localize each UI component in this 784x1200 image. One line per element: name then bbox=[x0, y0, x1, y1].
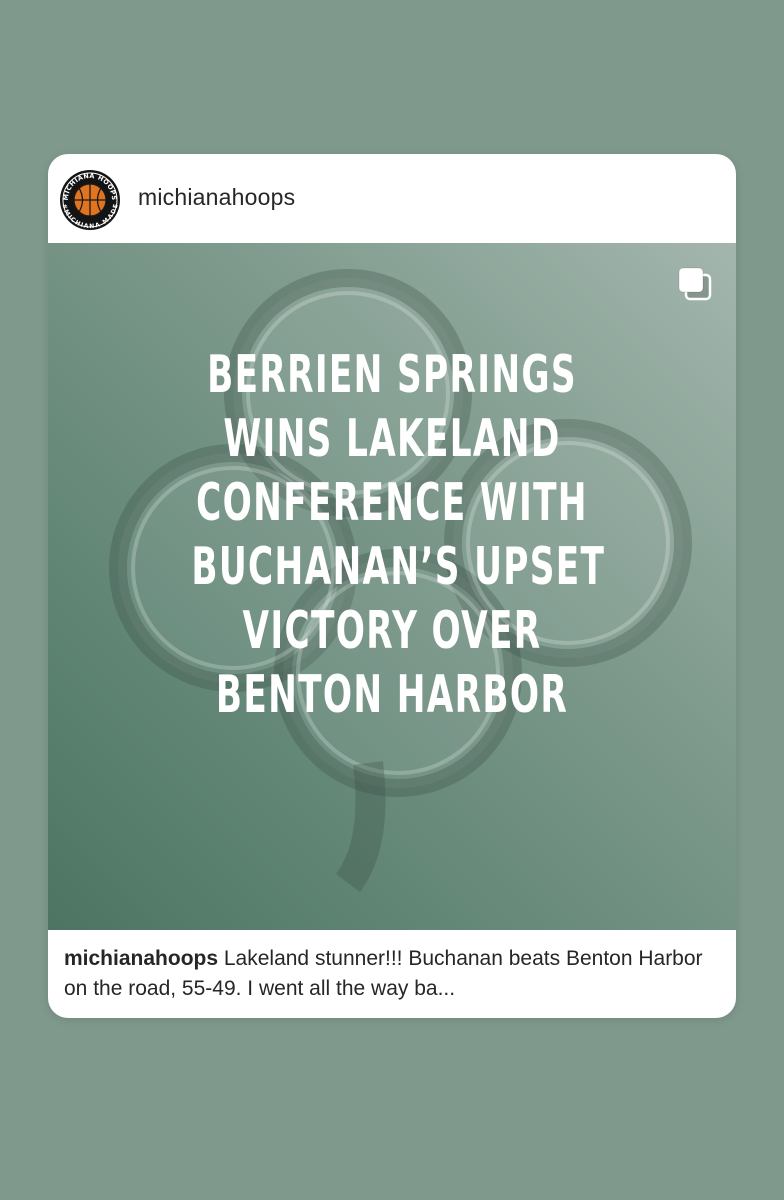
headline-line: BENTON HARBOR bbox=[215, 665, 569, 725]
post-header: MICHIANA HOOPS #MICHIANA MADE michianaho… bbox=[48, 154, 736, 243]
multiple-images-icon bbox=[678, 267, 712, 301]
post-image[interactable]: BERRIEN SPRINGS WINS LAKELAND CONFERENCE… bbox=[48, 243, 736, 930]
headline-line: BERRIEN SPRINGS bbox=[207, 345, 577, 405]
post-headline: BERRIEN SPRINGS WINS LAKELAND CONFERENCE… bbox=[191, 343, 606, 727]
caption-username[interactable]: michianahoops bbox=[64, 947, 218, 970]
post-card: MICHIANA HOOPS #MICHIANA MADE michianaho… bbox=[48, 154, 736, 1018]
avatar[interactable]: MICHIANA HOOPS #MICHIANA MADE bbox=[60, 170, 120, 230]
headline-line: WINS LAKELAND bbox=[223, 409, 561, 469]
headline-line: VICTORY OVER bbox=[242, 601, 542, 661]
post-caption[interactable]: michianahoops Lakeland stunner!!! Buchan… bbox=[64, 944, 728, 1004]
basketball-logo-icon: MICHIANA HOOPS #MICHIANA MADE bbox=[60, 171, 119, 230]
post-username[interactable]: michianahoops bbox=[138, 184, 295, 211]
headline-line: BUCHANAN’S UPSET bbox=[191, 537, 606, 597]
headline-line: CONFERENCE WITH bbox=[196, 473, 588, 533]
